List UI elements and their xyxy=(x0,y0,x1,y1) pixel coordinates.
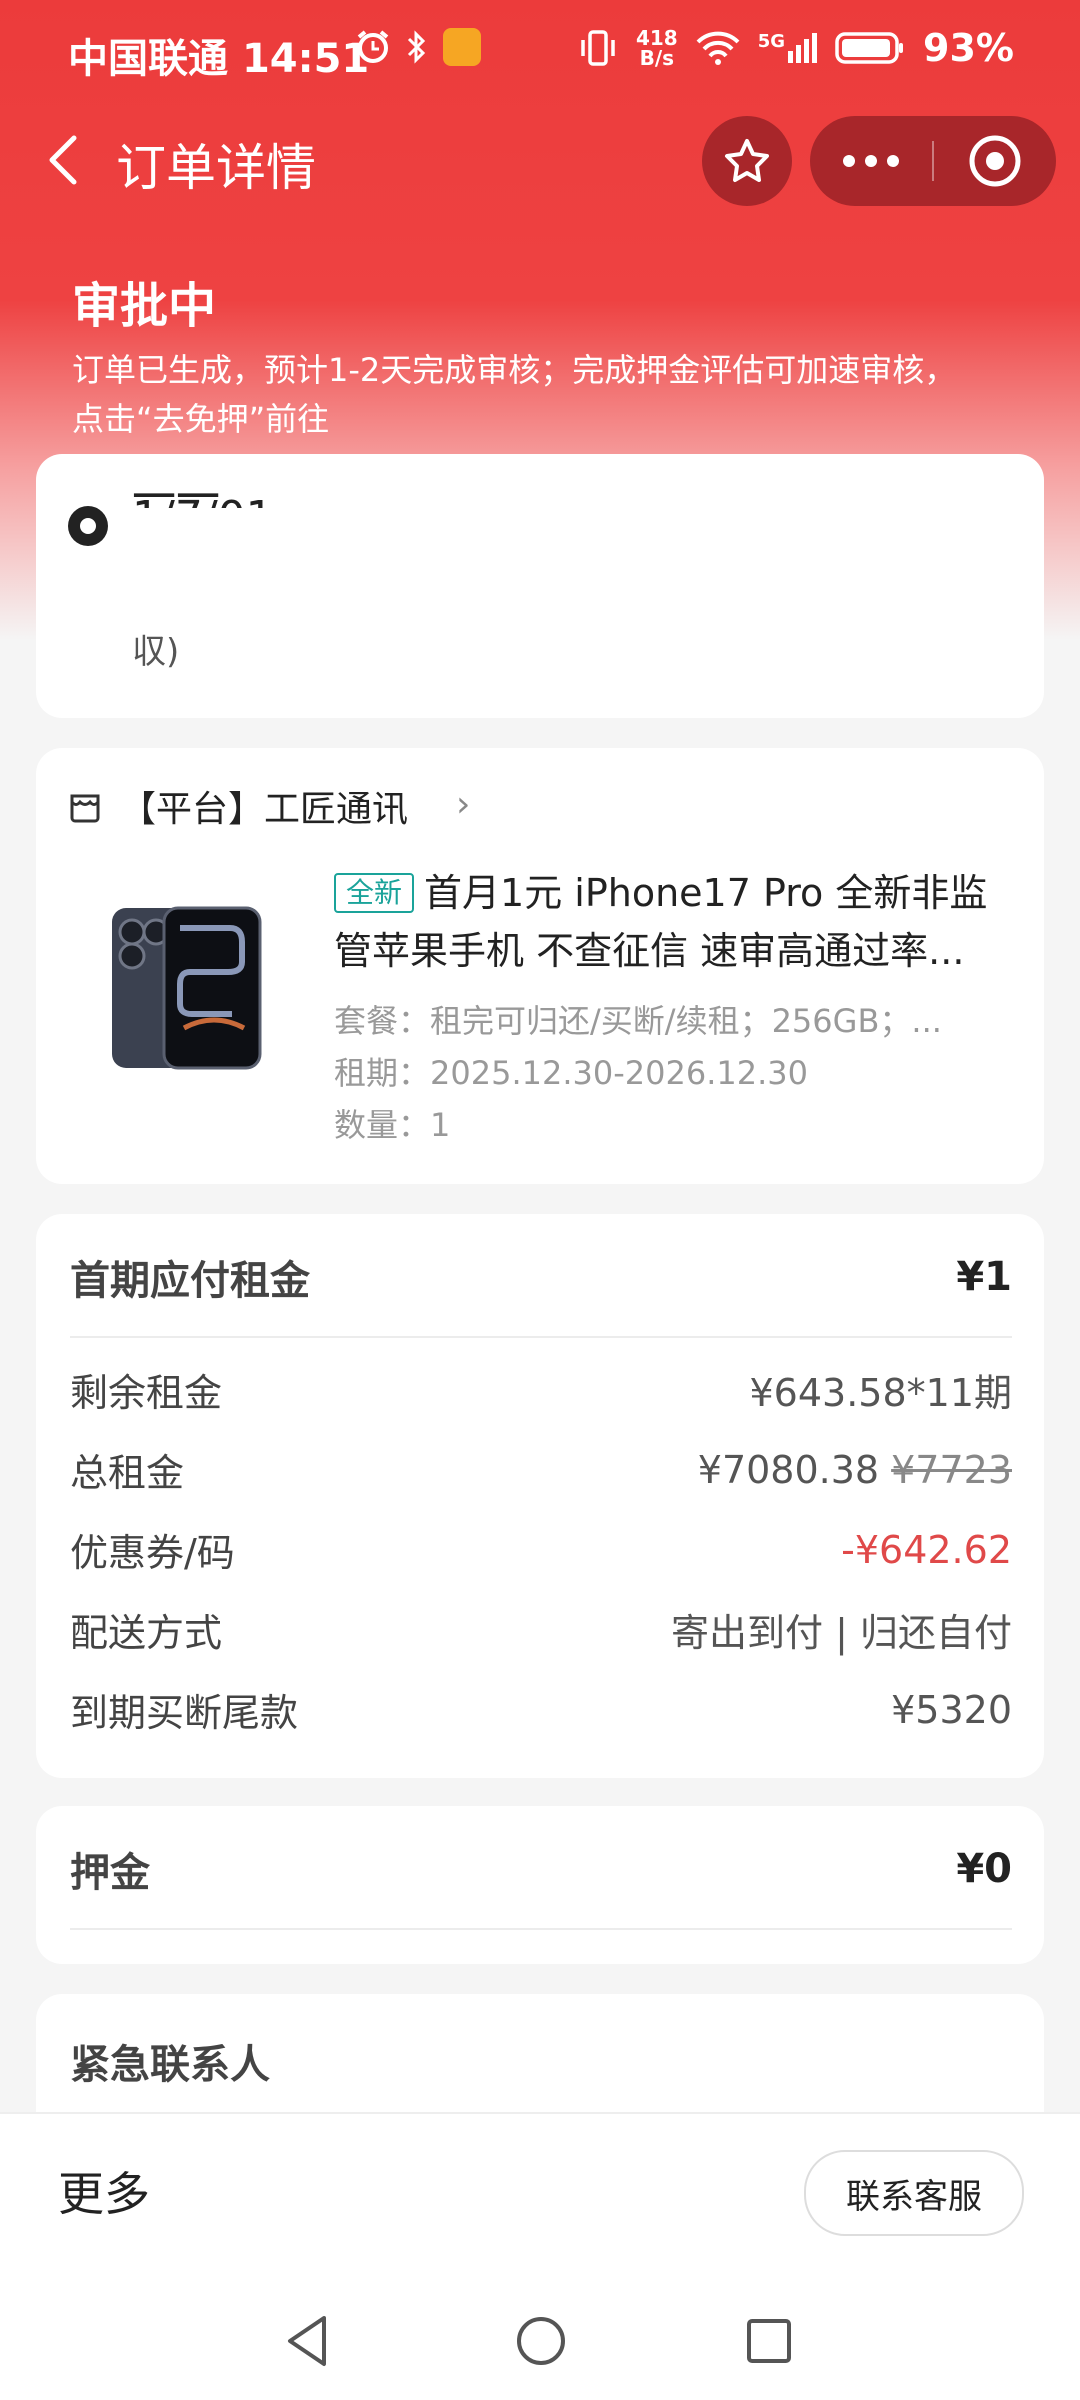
product-title-text: 首月1元 iPhone17 Pro 全新非监管苹果手机 不查征信 速审高通过率.… xyxy=(334,871,988,973)
total-rent-row: 总租金 ¥7080.38 ¥7723 xyxy=(70,1442,1012,1497)
app-notification-icon xyxy=(443,28,481,66)
delivery-value: 寄出到付 | 归还自付 xyxy=(671,1611,1012,1655)
target-icon xyxy=(969,135,1021,187)
coupon-value: -¥642.62 xyxy=(841,1527,1012,1572)
product-title[interactable]: 全新 首月1元 iPhone17 Pro 全新非监管苹果手机 不查征信 速审高通过… xyxy=(334,864,1014,980)
address-card[interactable]: 一一 1/7/01 収) xyxy=(36,454,1044,718)
navigation-bar: 订单详情 xyxy=(0,112,1080,212)
order-status-description: 订单已生成，预计1-2天完成审核；完成押金评估可加速审核，点击“去免押”前往 xyxy=(72,351,957,438)
speed-value: 418 xyxy=(635,26,678,50)
fee-card: 首期应付租金 ¥1 剩余租金 ¥643.58*11期 总租金 ¥7080.38 ¥… xyxy=(36,1214,1044,1778)
star-icon xyxy=(725,139,769,182)
status-icons-right: 418 B/s 5G 93% xyxy=(578,26,1014,70)
back-arrow-icon[interactable] xyxy=(36,130,96,190)
battery-icon xyxy=(835,32,904,64)
divider xyxy=(70,1336,1012,1338)
system-recents-icon[interactable] xyxy=(734,2306,804,2376)
alarm-icon xyxy=(357,30,389,63)
speed-unit: B/s xyxy=(639,46,675,70)
more-link[interactable]: 更多 xyxy=(58,2158,150,2224)
first-payment-label: 首期应付租金 xyxy=(70,1258,310,1304)
close-miniprogram-button[interactable] xyxy=(934,116,1056,206)
delivery-label: 配送方式 xyxy=(70,1611,223,1655)
product-quantity: 数量：1 xyxy=(334,1106,451,1144)
more-button[interactable] xyxy=(810,116,932,206)
clock: 14:51 xyxy=(241,36,370,82)
buyout-value: ¥5320 xyxy=(891,1687,1012,1732)
first-payment-row: 首期应付租金 ¥1 xyxy=(70,1248,1012,1306)
coupon-label: 优惠券/码 xyxy=(70,1531,235,1575)
delivery-row: 配送方式 寄出到付 | 归还自付 xyxy=(70,1602,1012,1657)
divider xyxy=(70,1928,1012,1930)
product-card: 【平台】工匠通讯 › 全新 首月1元 iPhone17 Pro 全新非监管苹果手机… xyxy=(36,748,1044,1184)
status-icons-left xyxy=(355,28,481,66)
coupon-row[interactable]: 优惠券/码 -¥642.62 xyxy=(70,1522,1012,1577)
address-detail-line: 収) xyxy=(132,632,180,672)
first-payment-value: ¥1 xyxy=(956,1254,1012,1300)
favorite-button[interactable] xyxy=(702,116,792,206)
carrier-time: 中国联通 14:51 xyxy=(68,26,369,84)
deposit-card: 押金 ¥0 xyxy=(36,1806,1044,1964)
buyout-row: 到期买断尾款 ¥5320 xyxy=(70,1682,1012,1737)
product-image[interactable] xyxy=(100,888,270,1078)
total-rent-original: ¥7723 xyxy=(891,1447,1012,1492)
location-pin-icon xyxy=(68,506,108,546)
deposit-label: 押金 xyxy=(70,1850,150,1896)
total-rent-value: ¥7080.38 xyxy=(697,1447,880,1492)
shop-name[interactable]: 【平台】工匠通讯 xyxy=(120,780,408,832)
product-package: 套餐：租完可归还/买断/续租；256GB；... xyxy=(334,1002,942,1040)
wifi-icon xyxy=(696,31,740,65)
deposit-value: ¥0 xyxy=(956,1846,1012,1892)
chevron-right-icon[interactable]: › xyxy=(456,784,470,825)
shop-icon xyxy=(70,794,100,823)
network-speed: 418 B/s xyxy=(636,28,678,68)
total-rent-label: 总租金 xyxy=(70,1451,185,1495)
more-dots-icon xyxy=(843,155,899,167)
bluetooth-icon xyxy=(407,30,426,64)
order-status-title: 审批中 xyxy=(72,278,217,334)
remaining-rent-label: 剩余租金 xyxy=(70,1371,223,1415)
new-badge: 全新 xyxy=(334,873,415,913)
remaining-rent-row: 剩余租金 ¥643.58*11期 xyxy=(70,1362,1012,1417)
address-name-line: 一一 1/7/01 xyxy=(132,488,352,508)
total-rent-value-group: ¥7080.38 ¥7723 xyxy=(698,1448,1012,1492)
status-bar: 中国联通 14:51 418 B/s 5G 93% xyxy=(0,0,1080,104)
system-navigation-bar xyxy=(0,2280,1080,2400)
buyout-label: 到期买断尾款 xyxy=(70,1691,299,1735)
emergency-contact-label: 紧急联系人 xyxy=(70,2042,270,2088)
contact-service-button[interactable]: 联系客服 xyxy=(804,2150,1024,2236)
system-back-icon[interactable] xyxy=(274,2306,344,2376)
product-rental-period: 租期：2025.12.30-2026.12.30 xyxy=(334,1054,808,1092)
vibrate-icon xyxy=(581,30,615,66)
carrier-name: 中国联通 xyxy=(68,36,228,82)
bottom-action-bar: 更多 联系客服 xyxy=(0,2112,1080,2282)
signal-icon: 5G xyxy=(757,31,818,63)
battery-level: 93% xyxy=(923,26,1014,70)
page-title: 订单详情 xyxy=(116,139,316,197)
remaining-rent-value: ¥643.58*11期 xyxy=(749,1371,1013,1415)
miniprogram-capsule xyxy=(810,116,1056,206)
deposit-row: 押金 ¥0 xyxy=(70,1840,1012,1898)
network-type: 5G xyxy=(757,31,786,52)
emergency-contact-row: 紧急联系人 xyxy=(70,2032,1012,2090)
system-home-icon[interactable] xyxy=(506,2306,576,2376)
